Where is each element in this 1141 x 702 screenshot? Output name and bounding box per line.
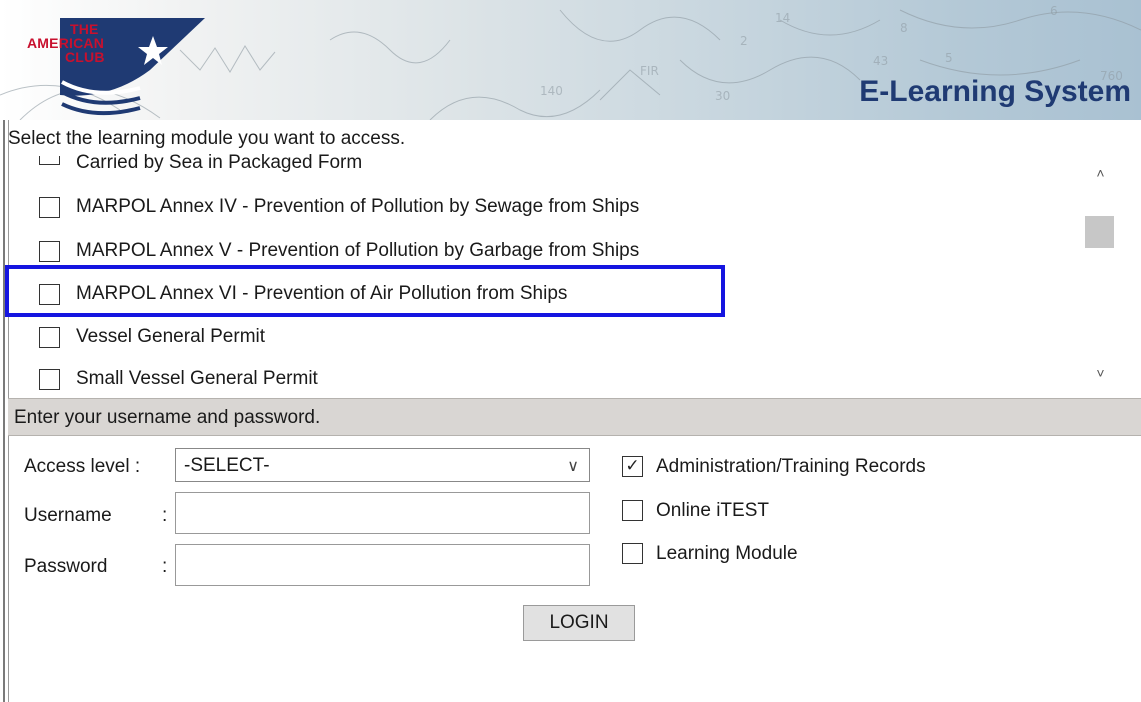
learning-module-label: Learning Module [656, 543, 798, 564]
module-label: MARPOL Annex V - Prevention of Pollution… [76, 240, 640, 261]
login-button[interactable]: LOGIN [523, 605, 635, 641]
online-itest-checkbox[interactable] [622, 500, 643, 521]
module-item[interactable]: Small Vessel General Permit [8, 359, 1068, 394]
username-colon: : [162, 505, 168, 526]
logo-text-american: AMERICAN [27, 35, 105, 51]
login-header-text: Enter your username and password. [14, 407, 321, 428]
password-label: Password [24, 556, 108, 577]
module-checkbox[interactable] [39, 240, 60, 262]
learning-module-checkbox[interactable] [622, 543, 643, 564]
password-colon: : [162, 556, 168, 577]
online-itest-label: Online iTEST [656, 500, 769, 521]
login-section-header: Enter your username and password. [8, 398, 1141, 436]
chevron-up-icon[interactable]: ˄ [1080, 158, 1121, 188]
scrollbar-thumb[interactable] [1085, 216, 1114, 248]
module-list-scrollbar[interactable]: ˄ ˅ [1080, 150, 1121, 394]
access-level-value: -SELECT- [184, 455, 270, 476]
module-checkbox[interactable] [39, 368, 60, 390]
module-checkbox[interactable] [39, 155, 60, 165]
svg-text:140: 140 [540, 84, 563, 98]
admin-records-checkbox[interactable]: ✓ [622, 456, 643, 477]
access-level-label: Access level : [24, 456, 141, 477]
admin-records-label: Administration/Training Records [656, 456, 926, 477]
svg-text:FIR: FIR [640, 64, 659, 78]
svg-text:14: 14 [775, 11, 790, 25]
module-checkbox[interactable] [39, 326, 60, 348]
svg-text:30: 30 [715, 89, 730, 103]
module-item[interactable]: MARPOL Annex IV - Prevention of Pollutio… [8, 187, 1068, 227]
username-input[interactable] [175, 492, 590, 534]
module-label: MARPOL Annex IV - Prevention of Pollutio… [76, 196, 640, 217]
module-item[interactable]: Carried by Sea in Packaged Form [8, 150, 1068, 190]
module-checkbox[interactable] [39, 196, 60, 218]
logo-text-club: CLUB [65, 49, 105, 65]
module-label: Small Vessel General Permit [76, 368, 318, 389]
selection-highlight-box [5, 265, 725, 317]
access-level-select[interactable]: -SELECT- ∨ [175, 448, 590, 482]
module-label: Carried by Sea in Packaged Form [76, 152, 363, 173]
svg-text:43: 43 [873, 54, 888, 68]
chevron-down-icon[interactable]: ˅ [1080, 358, 1121, 388]
logo-text-the: THE [70, 21, 99, 37]
svg-text:5: 5 [945, 51, 953, 65]
svg-text:8: 8 [900, 21, 908, 35]
svg-text:2: 2 [740, 34, 748, 48]
chevron-down-icon: ∨ [567, 458, 579, 475]
app-title: E-Learning System [859, 75, 1131, 108]
module-label: Vessel General Permit [76, 326, 266, 347]
header-banner: 140 FIR 30 2 14 43 5 8 6 760 THE AMERICA… [0, 0, 1141, 120]
svg-text:6: 6 [1050, 4, 1058, 18]
module-prompt: Select the learning module you want to a… [8, 128, 406, 149]
password-input[interactable] [175, 544, 590, 586]
module-item[interactable]: Vessel General Permit [8, 317, 1068, 357]
username-label: Username [24, 505, 112, 526]
